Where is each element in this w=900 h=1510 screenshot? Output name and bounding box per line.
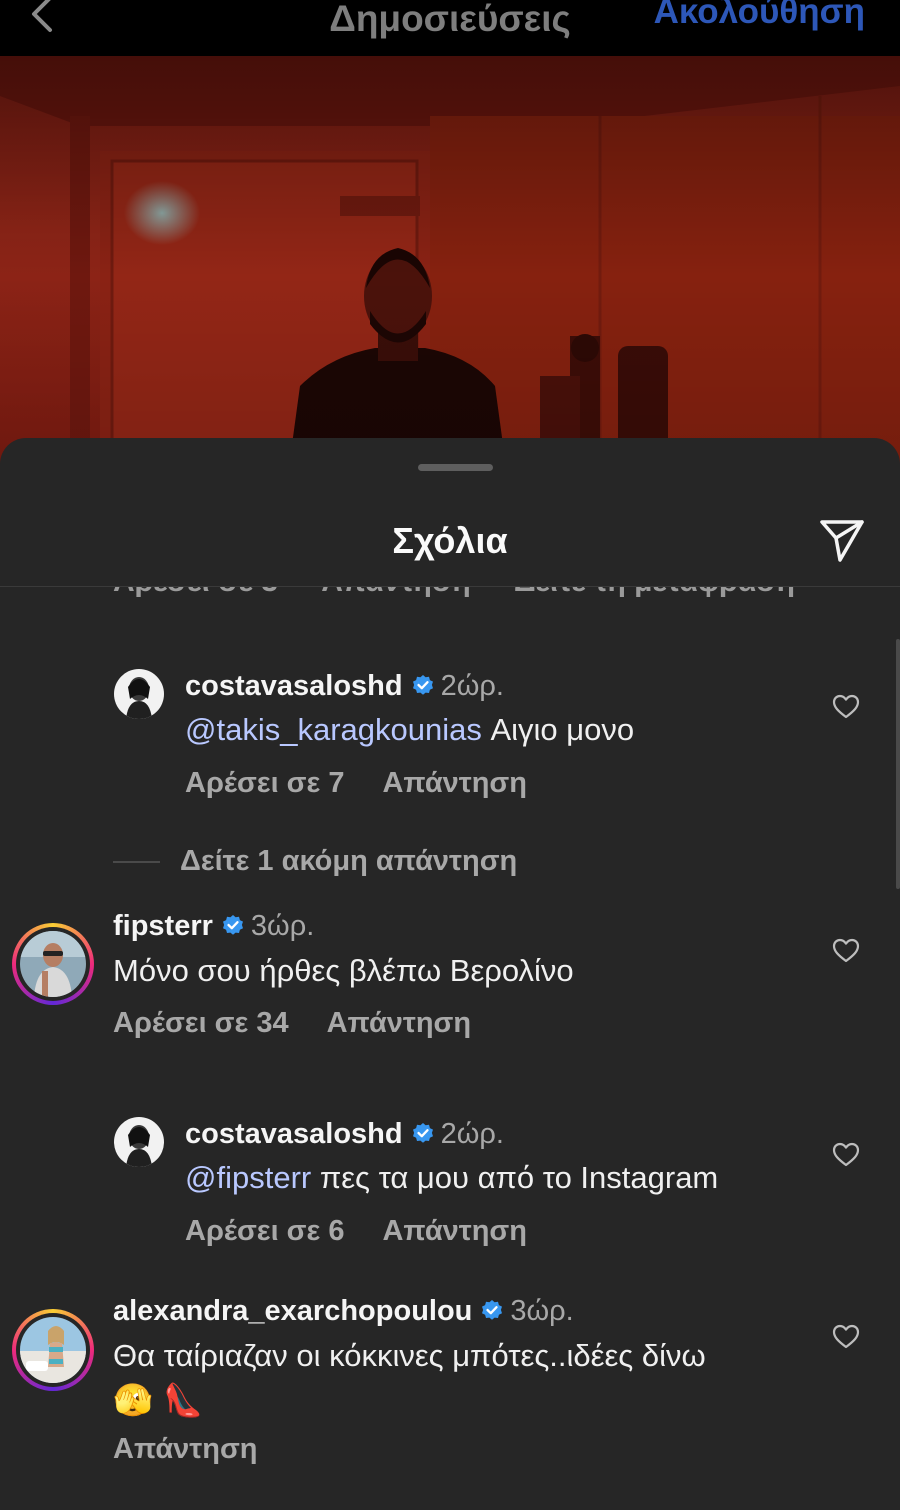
reply-button[interactable]: Απάντηση (113, 1433, 258, 1465)
comment-username[interactable]: alexandra_exarchopoulou (113, 1295, 472, 1327)
reply-button[interactable]: Απάντηση (327, 1007, 472, 1039)
reply-comment: costavasaloshd 2ώρ. @takis_karagkounias Α… (0, 667, 900, 807)
comment-text: @fipsterr πες τα μου από το Instagram (185, 1160, 719, 1195)
sheet-title: Σχόλια (392, 520, 508, 561)
heart-outline-icon[interactable] (832, 1141, 860, 1169)
avatar[interactable] (12, 923, 94, 1005)
view-more-replies-button[interactable]: Δείτε 1 ακόμη απάντηση (113, 845, 517, 878)
comment-time: 3ώρ. (250, 910, 315, 942)
comment-time: 2ώρ. (440, 1118, 504, 1150)
sheet-grabber[interactable] (418, 464, 493, 471)
comment-text: @takis_karagkounias Αιγιο μονο (185, 712, 635, 747)
likes-count[interactable]: Αρέσει σε 3 (113, 587, 278, 598)
comment-username[interactable]: costavasaloshd (185, 1118, 403, 1150)
likes-count[interactable]: Αρέσει σε 7 (185, 767, 344, 799)
heart-outline-icon[interactable] (832, 693, 860, 721)
mention-link[interactable]: @takis_karagkounias (185, 712, 482, 747)
comment-text: Μόνο σου ήρθες βλέπω Βερολίνο (113, 953, 574, 988)
likes-count[interactable]: Αρέσει σε 6 (185, 1215, 344, 1247)
verified-badge-icon (482, 1300, 503, 1320)
comment-time: 2ώρ. (440, 670, 504, 702)
translate-button[interactable]: Δείτε τη μετάφραση (514, 587, 795, 598)
mention-link[interactable]: @fipsterr (185, 1160, 311, 1195)
avatar[interactable] (114, 669, 164, 719)
heart-outline-icon[interactable] (832, 937, 860, 965)
comment-username[interactable]: costavasaloshd (185, 670, 403, 702)
comments-sheet: Σχόλια Αρέσει σε 3 Απάντηση Δείτε τη μετ… (0, 438, 900, 1510)
follow-button[interactable]: Ακολούθηση (654, 0, 865, 32)
heart-outline-icon[interactable] (832, 1323, 860, 1351)
comment: alexandra_exarchopoulou 3ώρ. Θα ταίριαζαν… (0, 1295, 900, 1507)
verified-badge-icon (412, 1123, 433, 1143)
partial-actions-row: Αρέσει σε 3 Απάντηση Δείτε τη μετάφραση (113, 587, 831, 599)
paper-plane-icon[interactable] (818, 516, 866, 564)
likes-count[interactable]: Αρέσει σε 34 (113, 1007, 289, 1039)
reply-button[interactable]: Απάντηση (321, 587, 471, 598)
post-photo (0, 56, 900, 496)
comments-list[interactable]: Αρέσει σε 3 Απάντηση Δείτε τη μετάφραση … (0, 587, 900, 1510)
comment: fipsterr 3ώρ. Μόνο σου ήρθες βλέπω Βερολί… (0, 910, 900, 1063)
reply-button[interactable]: Απάντηση (382, 767, 527, 799)
comment-username[interactable]: fipsterr (113, 910, 213, 942)
verified-badge-icon (222, 915, 243, 935)
comment-text: Θα ταίριαζαν οι κόκκινες μπότες..ιδέες δ… (113, 1338, 706, 1373)
avatar[interactable] (12, 1309, 94, 1391)
reply-comment: costavasaloshd 2ώρ. @fipsterr πες τα μου … (0, 1115, 900, 1255)
top-bar: Δημοσιεύσεις Ακολούθηση (0, 0, 900, 56)
comment-time: 3ώρ. (510, 1295, 574, 1327)
verified-badge-icon (412, 675, 433, 695)
avatar[interactable] (114, 1117, 164, 1167)
comment-emoji-line: 🫣 👠 (113, 1381, 203, 1419)
reply-button[interactable]: Απάντηση (382, 1215, 527, 1247)
